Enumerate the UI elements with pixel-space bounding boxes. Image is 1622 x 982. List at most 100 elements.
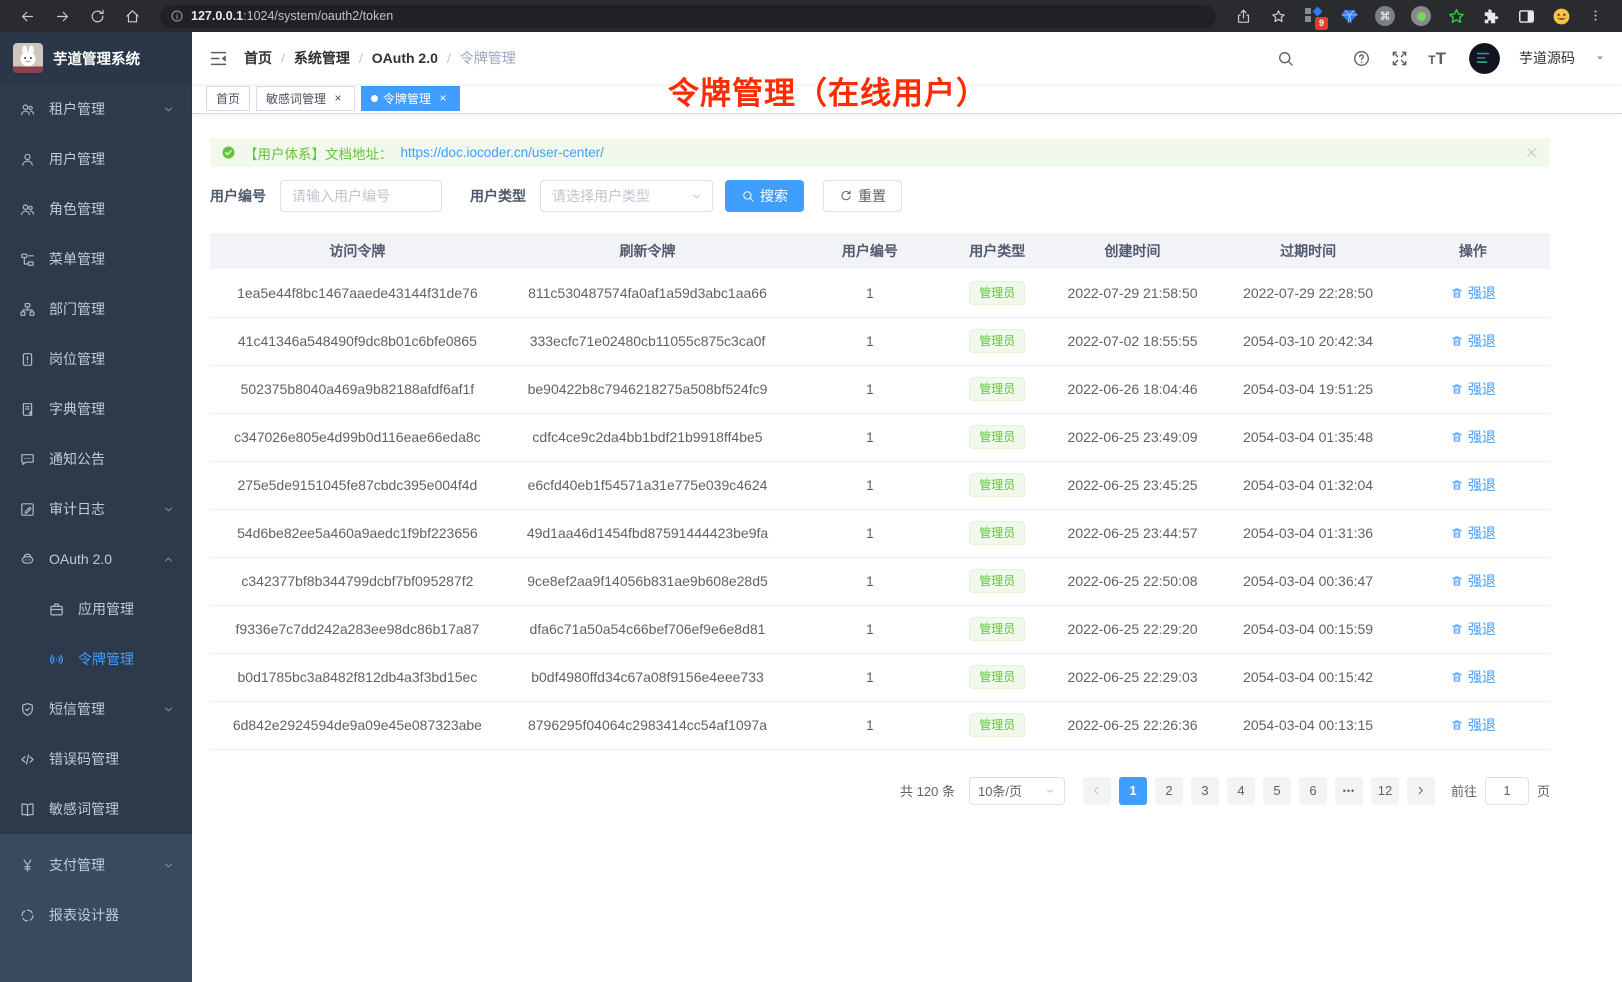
- tag-首页[interactable]: 首页: [206, 86, 250, 111]
- page-button-5[interactable]: 5: [1263, 777, 1291, 805]
- force-logout-button[interactable]: 强退: [1450, 715, 1496, 735]
- user-id-cell: 1: [790, 557, 949, 605]
- force-logout-button[interactable]: 强退: [1450, 331, 1496, 351]
- page-button-1[interactable]: 1: [1119, 777, 1147, 805]
- browser-back-icon[interactable]: [19, 8, 36, 25]
- breadcrumb-item[interactable]: 首页: [244, 48, 272, 68]
- goto-page-input[interactable]: [1485, 777, 1529, 805]
- reset-button[interactable]: 重置: [823, 180, 902, 212]
- sidebar-item-sensitive-word[interactable]: 敏感词管理: [0, 784, 192, 834]
- access-token-cell: 54d6be82ee5a460a9aedc1f9bf223656: [210, 509, 505, 557]
- force-logout-button[interactable]: 强退: [1450, 667, 1496, 687]
- filter-form: 用户编号 用户类型 请选择用户类型 搜索 重置: [210, 180, 1550, 212]
- breadcrumb-item[interactable]: OAuth 2.0: [372, 50, 438, 66]
- force-logout-label: 强退: [1468, 331, 1496, 351]
- header-search-icon[interactable]: [1276, 49, 1295, 68]
- page-button-12[interactable]: 12: [1371, 777, 1399, 805]
- search-button[interactable]: 搜索: [725, 180, 804, 212]
- command-extension-icon[interactable]: ⌘: [1375, 6, 1395, 26]
- user-avatar[interactable]: [1469, 43, 1500, 74]
- bookmark-star-icon[interactable]: [1270, 8, 1287, 25]
- total-count: 共 120 条: [900, 781, 955, 800]
- created-time-cell: 2022-06-25 22:50:08: [1045, 557, 1221, 605]
- table-row: b0d1785bc3a8482f812db4a3f3bd15ecb0df4980…: [210, 653, 1550, 701]
- sidebar-item-oauth2-token[interactable]: 令牌管理: [0, 634, 192, 684]
- user-menu-caret-icon[interactable]: [1594, 52, 1606, 64]
- sidebar-item-error-code[interactable]: 错误码管理: [0, 734, 192, 784]
- sidebar-item-oauth2[interactable]: OAuth 2.0: [0, 534, 192, 584]
- browser-home-icon[interactable]: [124, 8, 141, 25]
- github-icon[interactable]: [1314, 49, 1333, 68]
- browser-reload-icon[interactable]: [89, 8, 106, 25]
- side-panel-icon[interactable]: [1517, 7, 1536, 26]
- tag-close-icon[interactable]: ×: [331, 92, 345, 106]
- action-cell: 强退: [1396, 653, 1550, 701]
- force-logout-label: 强退: [1468, 283, 1496, 303]
- sidebar-item-audit-log[interactable]: 审计日志: [0, 484, 192, 534]
- prev-page-button[interactable]: [1083, 777, 1111, 805]
- force-logout-button[interactable]: 强退: [1450, 523, 1496, 543]
- force-logout-button[interactable]: 强退: [1450, 571, 1496, 591]
- force-logout-button[interactable]: 强退: [1450, 427, 1496, 447]
- trash-icon: [1450, 622, 1464, 636]
- sidebar-item-label: 短信管理: [49, 699, 105, 719]
- browser-forward-icon[interactable]: [54, 8, 71, 25]
- user-id-input[interactable]: [280, 180, 442, 212]
- force-logout-label: 强退: [1468, 619, 1496, 639]
- user-type-select[interactable]: 请选择用户类型: [540, 180, 713, 212]
- record-extension-icon[interactable]: [1411, 6, 1431, 26]
- green-star-extension-icon[interactable]: [1447, 7, 1466, 26]
- page-button-3[interactable]: 3: [1191, 777, 1219, 805]
- gem-extension-icon[interactable]: [1340, 7, 1359, 26]
- tag-敏感词管理[interactable]: 敏感词管理×: [256, 86, 355, 111]
- page-button-4[interactable]: 4: [1227, 777, 1255, 805]
- trash-icon: [1450, 382, 1464, 396]
- force-logout-button[interactable]: 强退: [1450, 475, 1496, 495]
- page-size-select[interactable]: 10条/页: [969, 777, 1065, 805]
- help-icon[interactable]: [1352, 49, 1371, 68]
- extension-grid-icon[interactable]: 9: [1304, 6, 1324, 26]
- force-logout-button[interactable]: 强退: [1450, 379, 1496, 399]
- sidebar-item-menu[interactable]: 菜单管理: [0, 234, 192, 284]
- page-button-2[interactable]: 2: [1155, 777, 1183, 805]
- refresh-token-cell: 333ecfc71e02480cb11055c875c3ca0f: [505, 317, 790, 365]
- action-cell: 强退: [1396, 509, 1550, 557]
- tag-令牌管理[interactable]: 令牌管理×: [361, 86, 460, 111]
- tag-label: 首页: [216, 90, 240, 107]
- next-page-button[interactable]: [1407, 777, 1435, 805]
- doc-link[interactable]: https://doc.iocoder.cn/user-center/: [401, 145, 604, 160]
- sidebar-item-role[interactable]: 角色管理: [0, 184, 192, 234]
- more-pages-button[interactable]: •••: [1335, 777, 1363, 805]
- sidebar-item-user[interactable]: 用户管理: [0, 134, 192, 184]
- sidebar-item-sms[interactable]: 短信管理: [0, 684, 192, 734]
- sidebar-item-post[interactable]: 岗位管理: [0, 334, 192, 384]
- force-logout-label: 强退: [1468, 667, 1496, 687]
- profile-avatar-icon[interactable]: [1552, 7, 1571, 26]
- sidebar-item-notice[interactable]: 通知公告: [0, 434, 192, 484]
- font-size-icon[interactable]: TT: [1428, 50, 1446, 67]
- sidebar-item-report-designer[interactable]: 报表设计器: [0, 890, 192, 940]
- alert-close-icon[interactable]: [1524, 145, 1539, 160]
- address-bar[interactable]: 127.0.0.1:1024/system/oauth2/token: [160, 5, 1216, 28]
- share-icon[interactable]: [1235, 8, 1252, 25]
- fullscreen-icon[interactable]: [1390, 49, 1409, 68]
- puzzle-extension-icon[interactable]: [1482, 7, 1501, 26]
- browser-toolbar: 127.0.0.1:1024/system/oauth2/token 9 ⌘: [0, 0, 1622, 32]
- browser-menu-icon[interactable]: [1588, 8, 1603, 25]
- force-logout-button[interactable]: 强退: [1450, 283, 1496, 303]
- sidebar-item-dept[interactable]: 部门管理: [0, 284, 192, 334]
- page-button-6[interactable]: 6: [1299, 777, 1327, 805]
- site-info-icon[interactable]: [170, 9, 184, 23]
- sidebar-toggle-icon[interactable]: [208, 48, 229, 69]
- search-button-label: 搜索: [760, 186, 788, 206]
- sidebar-item-pay[interactable]: 支付管理: [0, 840, 192, 890]
- tag-close-icon[interactable]: ×: [436, 92, 450, 106]
- breadcrumb-item[interactable]: 系统管理: [294, 48, 350, 68]
- sidebar-item-oauth2-app[interactable]: 应用管理: [0, 584, 192, 634]
- force-logout-button[interactable]: 强退: [1450, 619, 1496, 639]
- sidebar-item-tenant[interactable]: 租户管理: [0, 84, 192, 134]
- sidebar-item-label: OAuth 2.0: [49, 551, 112, 567]
- action-cell: 强退: [1396, 269, 1550, 317]
- sidebar-item-dict[interactable]: 字典管理: [0, 384, 192, 434]
- created-time-cell: 2022-07-02 18:55:55: [1045, 317, 1221, 365]
